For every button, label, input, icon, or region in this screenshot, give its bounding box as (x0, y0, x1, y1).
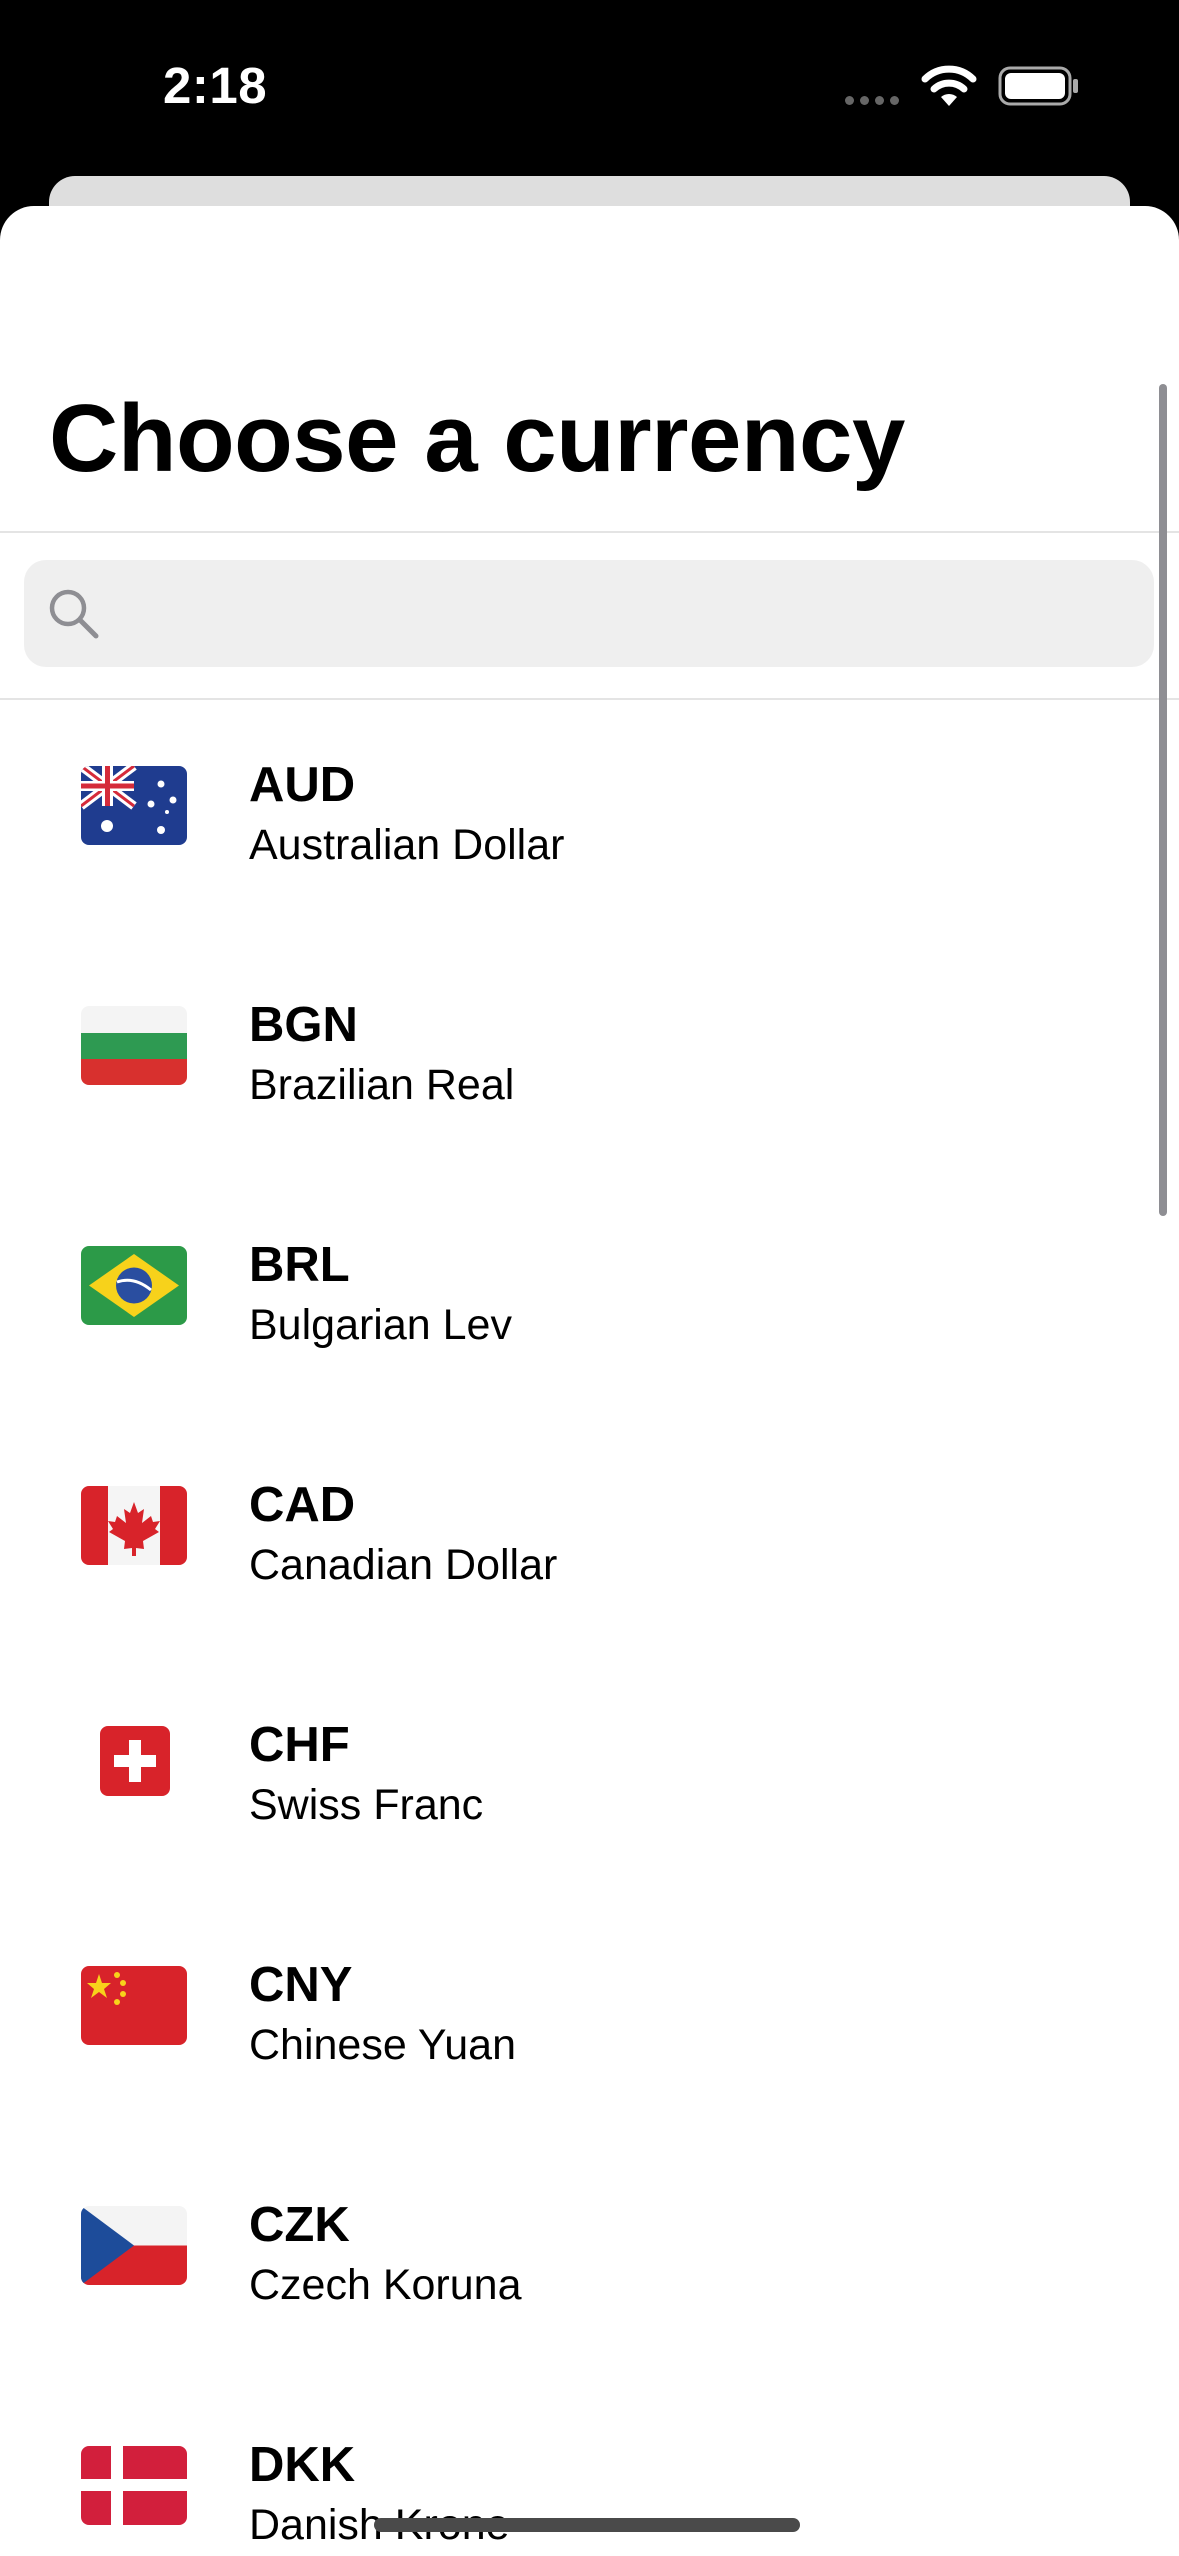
australia-flag-icon (81, 766, 187, 845)
currency-code: BRL (249, 1238, 350, 1292)
currency-name: Australian Dollar (249, 821, 565, 869)
bulgaria-flag-icon (81, 1006, 187, 1085)
scroll-indicator[interactable] (1159, 384, 1167, 1216)
currency-name: Bulgarian Lev (249, 1301, 512, 1349)
currency-row-brl[interactable]: BRL Bulgarian Lev (0, 1178, 1179, 1418)
currency-code: CZK (249, 2198, 350, 2252)
currency-code: CHF (249, 1718, 350, 1772)
search-field[interactable] (24, 560, 1154, 669)
currency-row-cny[interactable]: CNY Chinese Yuan (0, 1898, 1179, 2138)
search-icon (49, 589, 99, 639)
currency-picker-sheet: Choose a currency AUD Australian Dollar … (0, 206, 1179, 2556)
header-divider (0, 531, 1179, 533)
cellular-signal-icon (845, 96, 899, 105)
currency-code: CNY (249, 1958, 353, 2012)
currency-name: Swiss Franc (249, 1781, 484, 1829)
denmark-flag-icon (81, 2446, 187, 2525)
currency-code: BGN (249, 998, 358, 1052)
canada-flag-icon (81, 1486, 187, 1565)
currency-name: Chinese Yuan (249, 2021, 516, 2069)
brazil-flag-icon (81, 1246, 187, 1325)
currency-code: DKK (249, 2438, 356, 2492)
page-title: Choose a currency (49, 385, 905, 492)
battery-icon (998, 66, 1078, 106)
currency-row-cad[interactable]: CAD Canadian Dollar (0, 1418, 1179, 1658)
currency-row-aud[interactable]: AUD Australian Dollar (0, 698, 1179, 938)
currency-name: Czech Koruna (249, 2261, 522, 2309)
wifi-icon (921, 65, 977, 106)
currency-code: CAD (249, 1478, 356, 1532)
switzerland-flag-icon (100, 1726, 170, 1796)
currency-row-bgn[interactable]: BGN Brazilian Real (0, 938, 1179, 1178)
czech-flag-icon (81, 2206, 187, 2285)
search-input[interactable] (118, 560, 1132, 669)
currency-name: Brazilian Real (249, 1061, 515, 1109)
china-flag-icon (81, 1966, 187, 2045)
currency-code: AUD (249, 758, 356, 812)
currency-row-czk[interactable]: CZK Czech Koruna (0, 2138, 1179, 2378)
currency-name: Canadian Dollar (249, 1541, 558, 1589)
status-bar: 2:18 (0, 0, 1179, 190)
currency-row-chf[interactable]: CHF Swiss Franc (0, 1658, 1179, 1898)
currency-list: AUD Australian Dollar BGN Brazilian Real (0, 698, 1179, 2556)
status-time: 2:18 (163, 57, 268, 114)
home-indicator[interactable] (374, 2518, 800, 2532)
